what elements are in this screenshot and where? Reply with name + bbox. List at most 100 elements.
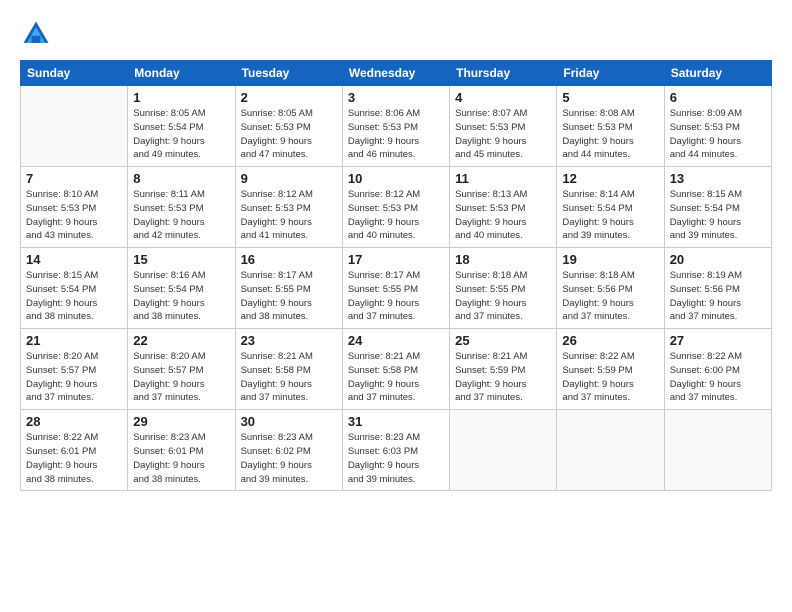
calendar-cell: 8Sunrise: 8:11 AM Sunset: 5:53 PM Daylig… [128, 167, 235, 248]
calendar-cell: 28 Sunrise: 8:22 AM Sunset: 6:01 PM Dayli… [21, 410, 128, 491]
calendar-cell: 17 Sunrise: 8:17 AM Sunset: 5:55 PM Dayli… [342, 248, 449, 329]
day-number: 8 [133, 171, 229, 186]
calendar-cell: 29 Sunrise: 8:23 AM Sunset: 6:01 PM Dayli… [128, 410, 235, 491]
calendar-week-row: 28 Sunrise: 8:22 AM Sunset: 6:01 PM Dayli… [21, 410, 772, 491]
calendar-cell: 25 Sunrise: 8:21 AM Sunset: 5:59 PM Dayli… [450, 329, 557, 410]
day-number: 21 [26, 333, 122, 348]
calendar-cell: 21 Sunrise: 8:20 AM Sunset: 5:57 PM Dayli… [21, 329, 128, 410]
day-info: Sunrise: 8:20 AM Sunset: 5:57 PM Dayligh… [26, 350, 122, 405]
calendar-cell: 24 Sunrise: 8:21 AM Sunset: 5:58 PM Dayli… [342, 329, 449, 410]
day-number: 26 [562, 333, 658, 348]
weekday-header: Saturday [664, 61, 771, 86]
day-info: Sunrise: 8:22 AM Sunset: 5:59 PM Dayligh… [562, 350, 658, 405]
day-number: 30 [241, 414, 337, 429]
calendar-week-row: 1 Sunrise: 8:05 AM Sunset: 5:54 PM Daylig… [21, 86, 772, 167]
day-number: 16 [241, 252, 337, 267]
day-info: Sunrise: 8:07 AM Sunset: 5:53 PM Dayligh… [455, 107, 551, 162]
day-info: Sunrise: 8:10 AM Sunset: 5:53 PM Dayligh… [26, 188, 122, 243]
day-number: 6 [670, 90, 766, 105]
day-info: Sunrise: 8:12 AM Sunset: 5:53 PM Dayligh… [241, 188, 337, 243]
day-info: Sunrise: 8:23 AM Sunset: 6:02 PM Dayligh… [241, 431, 337, 486]
day-info: Sunrise: 8:23 AM Sunset: 6:01 PM Dayligh… [133, 431, 229, 486]
weekday-header: Sunday [21, 61, 128, 86]
calendar-cell: 20Sunrise: 8:19 AM Sunset: 5:56 PM Dayli… [664, 248, 771, 329]
day-number: 9 [241, 171, 337, 186]
calendar-cell: 6 Sunrise: 8:09 AM Sunset: 5:53 PM Daylig… [664, 86, 771, 167]
day-number: 2 [241, 90, 337, 105]
day-number: 13 [670, 171, 766, 186]
calendar-cell [21, 86, 128, 167]
day-info: Sunrise: 8:16 AM Sunset: 5:54 PM Dayligh… [133, 269, 229, 324]
calendar-cell: 23Sunrise: 8:21 AM Sunset: 5:58 PM Dayli… [235, 329, 342, 410]
day-info: Sunrise: 8:22 AM Sunset: 6:01 PM Dayligh… [26, 431, 122, 486]
day-number: 14 [26, 252, 122, 267]
day-number: 17 [348, 252, 444, 267]
day-info: Sunrise: 8:09 AM Sunset: 5:53 PM Dayligh… [670, 107, 766, 162]
calendar-cell: 5 Sunrise: 8:08 AM Sunset: 5:53 PM Daylig… [557, 86, 664, 167]
logo [20, 18, 58, 50]
page-header [20, 18, 772, 50]
day-info: Sunrise: 8:14 AM Sunset: 5:54 PM Dayligh… [562, 188, 658, 243]
calendar-cell [557, 410, 664, 491]
day-info: Sunrise: 8:23 AM Sunset: 6:03 PM Dayligh… [348, 431, 444, 486]
calendar-cell: 19 Sunrise: 8:18 AM Sunset: 5:56 PM Dayli… [557, 248, 664, 329]
logo-icon [20, 18, 52, 50]
calendar-cell: 15 Sunrise: 8:16 AM Sunset: 5:54 PM Dayli… [128, 248, 235, 329]
calendar-cell: 12 Sunrise: 8:14 AM Sunset: 5:54 PM Dayli… [557, 167, 664, 248]
calendar-cell [664, 410, 771, 491]
calendar-cell: 10Sunrise: 8:12 AM Sunset: 5:53 PM Dayli… [342, 167, 449, 248]
calendar-cell: 22 Sunrise: 8:20 AM Sunset: 5:57 PM Dayli… [128, 329, 235, 410]
calendar-week-row: 7 Sunrise: 8:10 AM Sunset: 5:53 PM Daylig… [21, 167, 772, 248]
day-number: 25 [455, 333, 551, 348]
day-number: 24 [348, 333, 444, 348]
calendar-cell: 7 Sunrise: 8:10 AM Sunset: 5:53 PM Daylig… [21, 167, 128, 248]
weekday-header: Wednesday [342, 61, 449, 86]
calendar-cell: 30 Sunrise: 8:23 AM Sunset: 6:02 PM Dayli… [235, 410, 342, 491]
day-info: Sunrise: 8:15 AM Sunset: 5:54 PM Dayligh… [670, 188, 766, 243]
day-info: Sunrise: 8:18 AM Sunset: 5:56 PM Dayligh… [562, 269, 658, 324]
day-info: Sunrise: 8:20 AM Sunset: 5:57 PM Dayligh… [133, 350, 229, 405]
weekday-header: Tuesday [235, 61, 342, 86]
day-info: Sunrise: 8:21 AM Sunset: 5:59 PM Dayligh… [455, 350, 551, 405]
weekday-header: Friday [557, 61, 664, 86]
calendar-cell: 1 Sunrise: 8:05 AM Sunset: 5:54 PM Daylig… [128, 86, 235, 167]
day-info: Sunrise: 8:13 AM Sunset: 5:53 PM Dayligh… [455, 188, 551, 243]
day-info: Sunrise: 8:08 AM Sunset: 5:53 PM Dayligh… [562, 107, 658, 162]
weekday-header: Monday [128, 61, 235, 86]
day-number: 12 [562, 171, 658, 186]
calendar-cell: 18Sunrise: 8:18 AM Sunset: 5:55 PM Dayli… [450, 248, 557, 329]
day-number: 22 [133, 333, 229, 348]
day-number: 10 [348, 171, 444, 186]
day-info: Sunrise: 8:05 AM Sunset: 5:54 PM Dayligh… [133, 107, 229, 162]
calendar-cell: 31 Sunrise: 8:23 AM Sunset: 6:03 PM Dayli… [342, 410, 449, 491]
day-number: 28 [26, 414, 122, 429]
calendar-cell: 14 Sunrise: 8:15 AM Sunset: 5:54 PM Dayli… [21, 248, 128, 329]
calendar-cell: 16Sunrise: 8:17 AM Sunset: 5:55 PM Dayli… [235, 248, 342, 329]
calendar-header-row: SundayMondayTuesdayWednesdayThursdayFrid… [21, 61, 772, 86]
calendar-cell: 2Sunrise: 8:05 AM Sunset: 5:53 PM Daylig… [235, 86, 342, 167]
day-number: 7 [26, 171, 122, 186]
day-number: 5 [562, 90, 658, 105]
calendar-cell: 11 Sunrise: 8:13 AM Sunset: 5:53 PM Dayli… [450, 167, 557, 248]
day-number: 4 [455, 90, 551, 105]
calendar-cell: 13 Sunrise: 8:15 AM Sunset: 5:54 PM Dayli… [664, 167, 771, 248]
day-number: 18 [455, 252, 551, 267]
day-info: Sunrise: 8:22 AM Sunset: 6:00 PM Dayligh… [670, 350, 766, 405]
day-number: 19 [562, 252, 658, 267]
day-info: Sunrise: 8:06 AM Sunset: 5:53 PM Dayligh… [348, 107, 444, 162]
calendar-cell: 26 Sunrise: 8:22 AM Sunset: 5:59 PM Dayli… [557, 329, 664, 410]
day-info: Sunrise: 8:21 AM Sunset: 5:58 PM Dayligh… [241, 350, 337, 405]
calendar-cell: 4 Sunrise: 8:07 AM Sunset: 5:53 PM Daylig… [450, 86, 557, 167]
day-number: 15 [133, 252, 229, 267]
day-number: 31 [348, 414, 444, 429]
day-number: 27 [670, 333, 766, 348]
calendar-week-row: 14 Sunrise: 8:15 AM Sunset: 5:54 PM Dayli… [21, 248, 772, 329]
calendar-cell [450, 410, 557, 491]
day-info: Sunrise: 8:17 AM Sunset: 5:55 PM Dayligh… [348, 269, 444, 324]
day-info: Sunrise: 8:19 AM Sunset: 5:56 PM Dayligh… [670, 269, 766, 324]
day-info: Sunrise: 8:21 AM Sunset: 5:58 PM Dayligh… [348, 350, 444, 405]
day-number: 1 [133, 90, 229, 105]
day-info: Sunrise: 8:15 AM Sunset: 5:54 PM Dayligh… [26, 269, 122, 324]
day-number: 11 [455, 171, 551, 186]
day-number: 29 [133, 414, 229, 429]
